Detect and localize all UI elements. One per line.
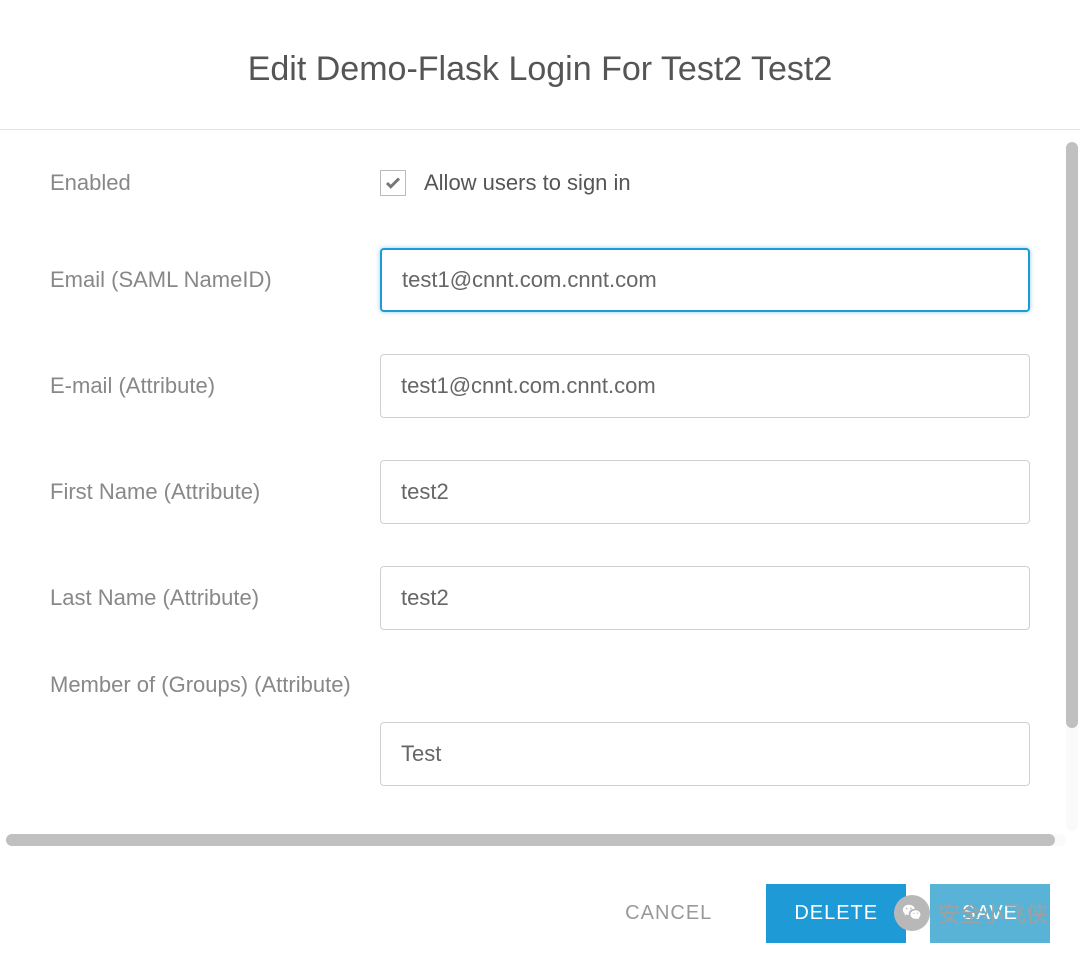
email-attr-label: E-mail (Attribute) [50, 373, 380, 399]
horizontal-scrollbar-thumb[interactable] [6, 834, 1055, 846]
email-nameid-label: Email (SAML NameID) [50, 267, 380, 293]
enabled-checkbox-label: Allow users to sign in [424, 170, 631, 196]
checkmark-icon [384, 174, 402, 192]
groups-input[interactable] [380, 722, 1030, 786]
email-nameid-input[interactable] [380, 248, 1030, 312]
save-button[interactable]: SAVE [930, 884, 1050, 943]
dialog-footer: CANCEL DELETE SAVE [0, 860, 1080, 971]
horizontal-scrollbar[interactable] [6, 834, 1066, 846]
enabled-label: Enabled [50, 170, 380, 196]
row-enabled: Enabled Allow users to sign in [50, 170, 1030, 196]
groups-label: Member of (Groups) (Attribute) [50, 672, 1030, 698]
row-first-name: First Name (Attribute) [50, 460, 1030, 524]
first-name-input[interactable] [380, 460, 1030, 524]
page-title: Edit Demo-Flask Login For Test2 Test2 [20, 50, 1060, 89]
delete-button[interactable]: DELETE [766, 884, 906, 943]
last-name-input[interactable] [380, 566, 1030, 630]
email-attr-input[interactable] [380, 354, 1030, 418]
row-groups: Member of (Groups) (Attribute) [50, 672, 1030, 786]
enabled-checkbox[interactable] [380, 170, 406, 196]
last-name-label: Last Name (Attribute) [50, 585, 380, 611]
vertical-scrollbar-thumb[interactable] [1066, 142, 1078, 728]
form-body: Enabled Allow users to sign in Email (SA… [0, 130, 1080, 820]
row-email-attr: E-mail (Attribute) [50, 354, 1030, 418]
vertical-scrollbar[interactable] [1066, 142, 1078, 831]
enabled-field: Allow users to sign in [380, 170, 1030, 196]
cancel-button[interactable]: CANCEL [595, 884, 742, 943]
first-name-label: First Name (Attribute) [50, 479, 380, 505]
row-last-name: Last Name (Attribute) [50, 566, 1030, 630]
row-email-nameid: Email (SAML NameID) [50, 248, 1030, 312]
dialog-header: Edit Demo-Flask Login For Test2 Test2 [0, 0, 1080, 130]
